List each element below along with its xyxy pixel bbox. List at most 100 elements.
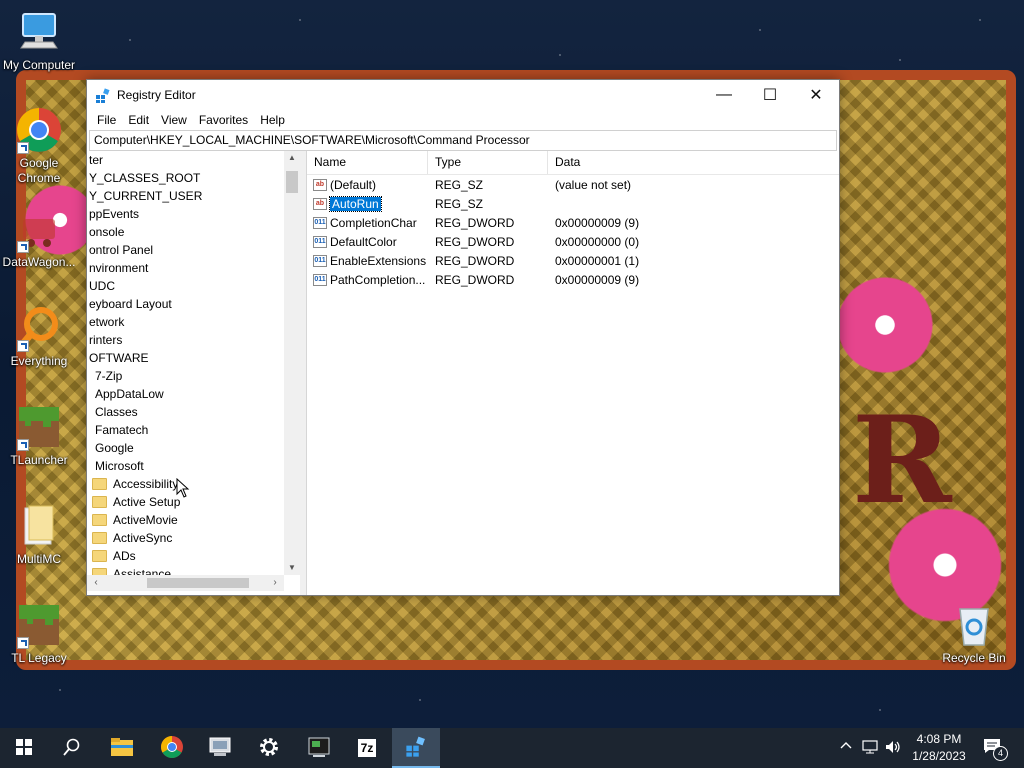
tree-item[interactable]: UDC [89,277,115,295]
menu-file[interactable]: File [91,113,122,127]
tree-item[interactable]: Google [95,439,134,457]
recycle-bin-icon [950,601,998,649]
column-header-name[interactable]: Name [307,151,428,174]
taskbar-registry-editor[interactable] [392,728,440,768]
menu-favorites[interactable]: Favorites [193,113,254,127]
value-name: AutoRun [329,196,382,212]
tree-horizontal-scrollbar[interactable]: ‹ › [87,575,284,591]
value-data: 0x00000009 (9) [555,273,640,287]
clock-time[interactable]: 4:08 PM [906,732,972,746]
window-title: Registry Editor [117,88,196,102]
tree-item[interactable]: OFTWARE [89,349,149,367]
taskbar-file-explorer[interactable] [98,728,146,768]
desktop-icon-everything[interactable]: Everything [1,304,77,369]
window-titlebar[interactable]: Registry Editor — ☐ ✕ [87,80,839,110]
tree-item[interactable]: Y_CURRENT_USER [89,187,202,205]
notification-count-badge: 4 [993,746,1008,761]
value-name: DefaultColor [330,235,397,249]
value-row[interactable]: 011 CompletionChar REG_DWORD 0x00000009 (… [307,214,839,233]
editor-panes: ter Y_CLASSES_ROOT Y_CURRENT_USER ppEven… [87,151,839,595]
file-explorer-icon [110,737,134,760]
value-name: PathCompletion... [330,273,426,287]
tree-item[interactable]: ontrol Panel [89,241,153,259]
tree-item[interactable]: Classes [95,403,138,421]
value-row[interactable]: ab (Default) REG_SZ (value not set) [307,176,839,195]
minecraft-grass-icon [15,403,63,451]
desktop-icon-my-computer[interactable]: My Computer [1,8,77,73]
menu-bar: File Edit View Favorites Help [87,110,839,130]
pane-splitter[interactable] [300,151,307,595]
tree-item[interactable]: AppDataLow [95,385,164,403]
tree-item-label: Active Setup [113,495,181,509]
value-data: 0x00000000 (0) [555,235,640,249]
value-row[interactable]: 011 DefaultColor REG_DWORD 0x00000000 (0) [307,233,839,252]
taskbar-terminal[interactable] [295,728,343,768]
start-button[interactable] [0,728,48,768]
value-row[interactable]: 011 PathCompletion... REG_DWORD 0x0000000… [307,271,839,290]
taskbar-settings[interactable] [245,728,293,768]
tree-item[interactable]: ADs [92,547,136,565]
minimize-button[interactable]: — [701,80,747,110]
registry-editor-icon [405,736,427,761]
tree-item[interactable]: 7-Zip [95,367,122,385]
desktop-icon-google-chrome[interactable]: Google Chrome [1,106,77,186]
tree-vertical-scrollbar[interactable]: ▲ ▼ [284,151,300,575]
tree-item[interactable]: onsole [89,223,124,241]
value-type: REG_SZ [435,178,484,192]
search-icon [63,738,81,759]
tree-item-label: UDC [89,279,115,293]
tree-item[interactable]: ppEvents [89,205,139,223]
tray-show-hidden-icon[interactable] [838,740,854,756]
tree-item[interactable]: ActiveSync [92,529,172,547]
tree-item[interactable]: Y_CLASSES_ROOT [89,169,200,187]
value-row-selected[interactable]: ab AutoRun REG_SZ [307,195,839,214]
scrollbar-thumb[interactable] [286,171,298,193]
registry-editor-icon [95,88,111,104]
network-tool-icon [208,736,232,761]
tree-item[interactable]: ActiveMovie [92,511,178,529]
desktop-icon-tlauncher[interactable]: TLauncher [1,403,77,468]
tree-item[interactable]: Microsoft [95,457,144,475]
action-center-button[interactable]: 4 [983,738,1008,761]
taskbar-network-tool[interactable] [196,728,244,768]
tree-item[interactable]: Famatech [95,421,148,439]
network-icon[interactable] [862,740,878,757]
everything-search-icon [15,304,63,352]
menu-view[interactable]: View [155,113,193,127]
desktop-icon-tl-legacy[interactable]: TL Legacy [1,601,77,666]
address-bar[interactable]: Computer\HKEY_LOCAL_MACHINE\SOFTWARE\Mic… [89,130,837,151]
scroll-left-arrow-icon[interactable]: ‹ [89,575,103,591]
tree-item-label: rinters [89,333,123,347]
volume-icon[interactable] [885,740,901,757]
tree-item[interactable]: etwork [89,313,124,331]
shortcut-arrow-icon [17,340,29,352]
value-row[interactable]: 011 EnableExtensions REG_DWORD 0x00000001… [307,252,839,271]
tree-item[interactable]: rinters [89,331,122,349]
registry-editor-window[interactable]: Registry Editor — ☐ ✕ File Edit View Fav… [86,79,840,596]
menu-help[interactable]: Help [254,113,291,127]
desktop-icon-datawagon[interactable]: DataWagon... [1,205,77,270]
column-header-type[interactable]: Type [428,151,548,174]
tree-item[interactable]: Accessibility [92,475,178,493]
clock-date[interactable]: 1/28/2023 [906,749,972,763]
tree-item[interactable]: ter [89,151,103,169]
close-button[interactable]: ✕ [793,80,839,110]
column-header-data[interactable]: Data [548,151,838,174]
menu-edit[interactable]: Edit [122,113,155,127]
key-tree-pane[interactable]: ter Y_CLASSES_ROOT Y_CURRENT_USER ppEven… [87,151,301,595]
taskbar-chrome[interactable] [148,728,196,768]
taskbar-search-button[interactable] [48,728,96,768]
scroll-right-arrow-icon[interactable]: › [268,575,282,591]
desktop-icon-recycle-bin[interactable]: Recycle Bin [936,601,1012,666]
scrollbar-thumb[interactable] [147,578,249,588]
tree-item[interactable]: eyboard Layout [89,295,172,313]
scroll-down-arrow-icon[interactable]: ▼ [284,561,300,575]
tree-item[interactable]: Active Setup [92,493,180,511]
maximize-button[interactable]: ☐ [747,80,793,110]
tree-item[interactable]: nvironment [89,259,148,277]
desktop-icon-multimc[interactable]: MultiMC [1,502,77,567]
values-list-pane[interactable]: Name Type Data ab (Default) REG_SZ (value… [307,151,839,595]
taskbar-7zip[interactable]: 7z [343,728,391,768]
scroll-up-arrow-icon[interactable]: ▲ [284,151,300,165]
values-list-header: Name Type Data [307,151,839,175]
